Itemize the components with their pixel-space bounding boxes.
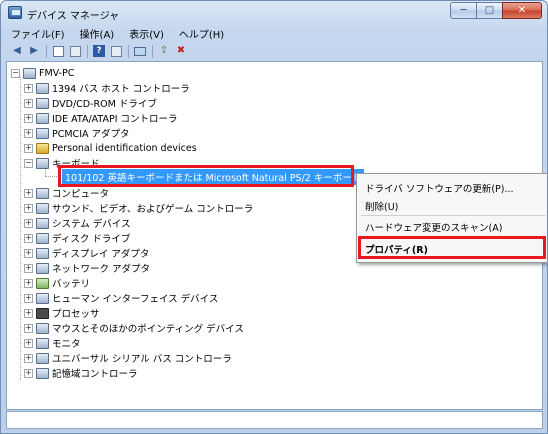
window-controls: ─ □ ✕ — [450, 2, 542, 19]
expand-icon[interactable]: + — [24, 263, 33, 273]
expand-icon[interactable]: + — [24, 203, 33, 213]
window-title: デバイス マネージャ — [27, 11, 120, 22]
forward-arrow-icon[interactable]: ▶ — [27, 45, 41, 58]
tree-item[interactable]: + サウンド、ビデオ、およびゲーム コントローラ — [24, 201, 253, 215]
computer-icon — [36, 187, 49, 199]
tree-item[interactable]: + ユニバーサル シリアル バス コントローラ — [24, 351, 232, 365]
scan-icon[interactable] — [133, 45, 147, 58]
expand-icon[interactable]: + — [24, 353, 33, 363]
toolbar-separator — [152, 44, 153, 58]
menu-separator — [361, 215, 545, 216]
display-adapter-icon — [36, 247, 49, 259]
battery-icon — [36, 277, 49, 289]
expand-icon[interactable]: + — [24, 248, 33, 258]
toolbar-separator — [46, 44, 47, 58]
device-icon[interactable] — [109, 45, 123, 58]
update-icon[interactable]: ⇪ — [157, 45, 171, 58]
tree-item[interactable]: + ヒューマン インターフェイス デバイス — [24, 291, 218, 305]
menu-view[interactable]: 表示(V) — [129, 26, 164, 41]
firewire-controller-icon — [36, 82, 49, 94]
menu-help[interactable]: ヘルプ(H) — [179, 26, 224, 41]
tree-item[interactable]: + コンピュータ — [24, 186, 109, 200]
tree-root[interactable]: − FMV-PC — [11, 66, 74, 80]
highlight-box-selected-device — [58, 165, 354, 187]
tree-item[interactable]: + PCMCIA アダプタ — [24, 126, 130, 140]
expand-icon[interactable]: + — [24, 338, 33, 348]
ide-controller-icon — [36, 112, 49, 124]
close-button[interactable]: ✕ — [502, 2, 542, 19]
storage-controller-icon — [36, 367, 49, 379]
tree-item[interactable]: + Personal identification devices — [24, 141, 197, 155]
processor-icon — [36, 307, 49, 319]
help-icon[interactable]: ? — [92, 45, 106, 58]
tree-item[interactable]: + ネットワーク アダプタ — [24, 261, 150, 275]
device-manager-window: デバイス マネージャ ─ □ ✕ ファイル(F) 操作(A) 表示(V) ヘルプ… — [0, 0, 548, 434]
expand-icon[interactable]: + — [24, 218, 33, 228]
mouse-icon — [36, 322, 49, 334]
tree-item[interactable]: + 1394 バス ホスト コントローラ — [24, 81, 190, 95]
expand-icon[interactable]: + — [24, 368, 33, 378]
hid-icon — [36, 292, 49, 304]
expand-icon[interactable]: + — [24, 188, 33, 198]
dvd-drive-icon — [36, 97, 49, 109]
expand-icon[interactable]: + — [24, 143, 33, 153]
menu-action[interactable]: 操作(A) — [80, 26, 115, 41]
title-bar[interactable]: デバイス マネージャ ─ □ ✕ — [1, 1, 547, 25]
expand-icon[interactable]: + — [24, 233, 33, 243]
tree-item[interactable]: + ディスク ドライブ — [24, 231, 130, 245]
identification-device-icon — [36, 142, 49, 154]
expand-icon[interactable]: + — [24, 323, 33, 333]
minimize-button[interactable]: ─ — [450, 2, 476, 19]
toolbar-separator — [128, 44, 129, 58]
expand-icon[interactable]: + — [24, 293, 33, 303]
expand-icon[interactable]: + — [24, 83, 33, 93]
status-bar — [6, 411, 543, 429]
tree-item[interactable]: + ディスプレイ アダプタ — [24, 246, 149, 260]
menu-bar: ファイル(F) 操作(A) 表示(V) ヘルプ(H) — [5, 25, 543, 42]
collapse-icon[interactable]: − — [24, 158, 33, 168]
menu-item-uninstall[interactable]: 削除(U) — [365, 199, 398, 213]
tree-item[interactable]: + バッテリ — [24, 276, 90, 290]
view-icon[interactable] — [68, 45, 82, 58]
maximize-button[interactable]: □ — [476, 2, 502, 19]
tree-item[interactable]: + DVD/CD-ROM ドライブ — [24, 96, 157, 110]
collapse-icon[interactable]: − — [11, 68, 20, 78]
pcmcia-adapter-icon — [36, 127, 49, 139]
toolbar-separator — [87, 44, 88, 58]
expand-icon[interactable]: + — [24, 278, 33, 288]
properties-icon[interactable] — [51, 45, 65, 58]
disk-drive-icon — [36, 232, 49, 244]
uninstall-icon[interactable]: ✖ — [174, 45, 188, 58]
device-manager-icon — [8, 6, 22, 19]
speaker-icon — [36, 202, 49, 214]
menu-item-scan-hardware[interactable]: ハードウェア変更のスキャン(A) — [365, 220, 502, 234]
back-arrow-icon[interactable]: ◀ — [10, 45, 24, 58]
tree-item[interactable]: + 記憶域コントローラ — [24, 366, 138, 380]
usb-icon — [36, 352, 49, 364]
menu-item-update-driver[interactable]: ドライバ ソフトウェアの更新(P)... — [365, 181, 514, 195]
menu-file[interactable]: ファイル(F) — [11, 26, 65, 41]
computer-icon — [23, 67, 36, 79]
highlight-box-properties — [358, 236, 546, 259]
monitor-icon — [36, 337, 49, 349]
expand-icon[interactable]: + — [24, 128, 33, 138]
expand-icon[interactable]: + — [24, 98, 33, 108]
tree-item[interactable]: + マウスとそのほかのポインティング デバイス — [24, 321, 244, 335]
tree-item[interactable]: + IDE ATA/ATAPI コントローラ — [24, 111, 178, 125]
toolbar: ◀ ▶ ? ⇪ ✖ — [5, 42, 543, 60]
system-device-icon — [36, 217, 49, 229]
tree-item[interactable]: + プロセッサ — [24, 306, 100, 320]
expand-icon[interactable]: + — [24, 113, 33, 123]
tree-line — [20, 77, 21, 380]
keyboard-icon — [36, 157, 49, 169]
tree-item[interactable]: + モニタ — [24, 336, 81, 350]
tree-item[interactable]: + システム デバイス — [24, 216, 130, 230]
expand-icon[interactable]: + — [24, 308, 33, 318]
network-adapter-icon — [36, 262, 49, 274]
